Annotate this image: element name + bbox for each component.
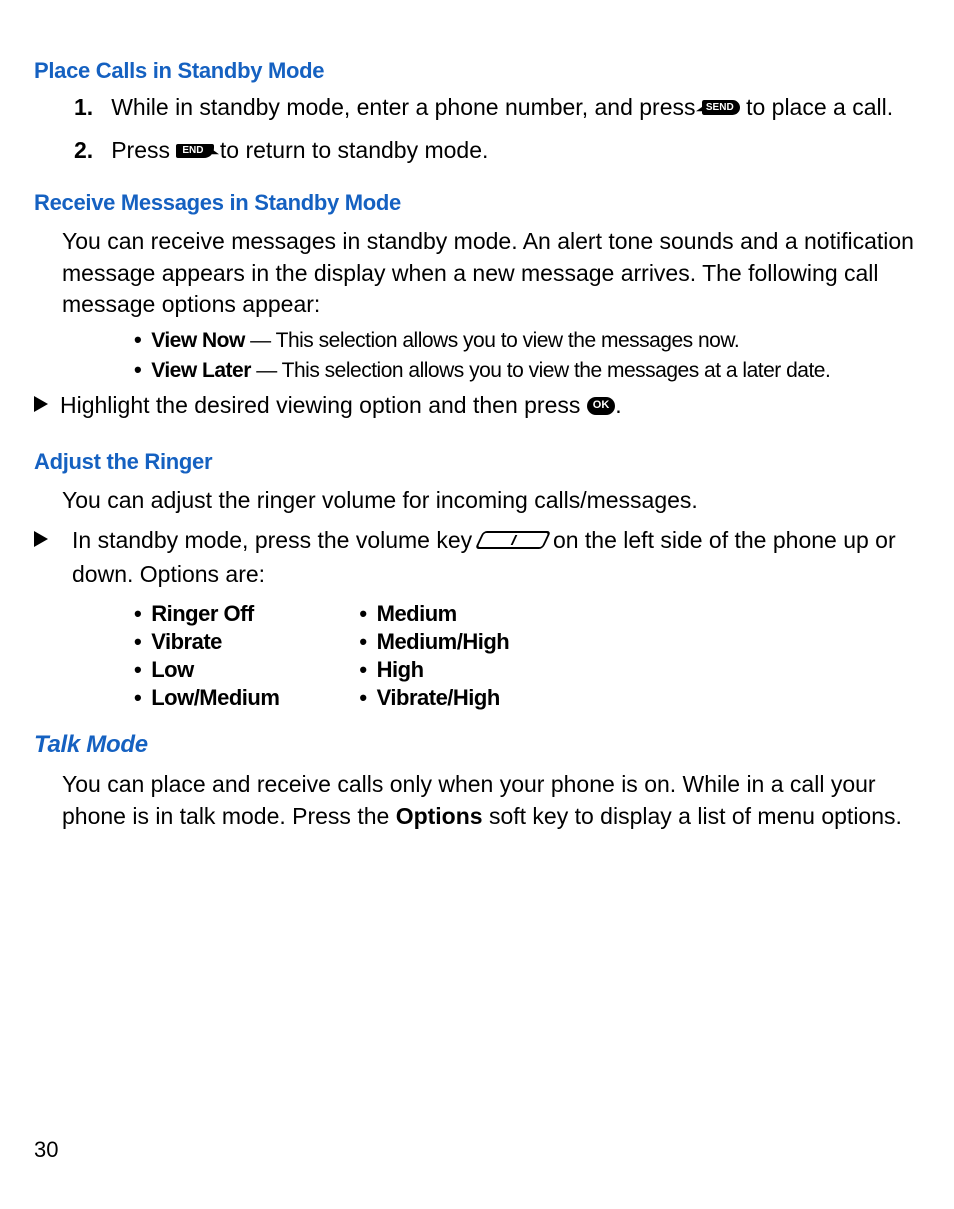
heading-adjust-ringer: Adjust the Ringer <box>34 449 920 475</box>
step-text: While in standby mode, enter a phone num… <box>111 94 893 121</box>
opt-vibrate-high: •Vibrate/High <box>359 685 509 711</box>
arrow-highlight-a: Highlight the desired viewing option and… <box>60 392 587 418</box>
list-item-view-now: • View Now — This selection allows you t… <box>134 329 920 353</box>
bullet-icon: • <box>359 687 366 709</box>
bullet-icon: • <box>359 659 366 681</box>
end-key-icon: END <box>176 144 213 158</box>
ringer-col-1: •Ringer Off •Vibrate •Low •Low/Medium <box>134 601 279 713</box>
arrow-volume-a: In standby mode, press the volume key <box>72 527 479 553</box>
talk-mode-paragraph: You can place and receive calls only whe… <box>62 769 920 832</box>
step-1-text-b: to place a call. <box>746 94 893 120</box>
list-item-view-later: • View Later — This selection allows you… <box>134 359 920 383</box>
page-number: 30 <box>34 1137 58 1163</box>
opt-ringer-off: •Ringer Off <box>134 601 279 627</box>
step-number: 2. <box>74 137 93 164</box>
bullet-icon: • <box>134 603 141 625</box>
opt-medium-high: •Medium/High <box>359 629 509 655</box>
view-now-label: View Now <box>151 329 245 352</box>
arrow-step-highlight: Highlight the desired viewing option and… <box>34 389 920 422</box>
arrow-highlight-b: . <box>615 392 621 418</box>
options-word: Options <box>396 803 483 829</box>
bullet-icon: • <box>134 631 141 653</box>
send-key-icon: SEND <box>702 100 740 115</box>
step-text: Press END to return to standby mode. <box>111 137 488 164</box>
bullet-icon: • <box>134 659 141 681</box>
view-later-label: View Later <box>151 359 251 382</box>
step-2-text-b: to return to standby mode. <box>220 137 489 163</box>
triangle-icon <box>34 396 48 412</box>
heading-talk-mode: Talk Mode <box>34 731 920 759</box>
view-now-desc: — This selection allows you to view the … <box>245 329 739 352</box>
bullet-icon: • <box>359 631 366 653</box>
opt-medium: •Medium <box>359 601 509 627</box>
ordered-list-place-calls: 1. While in standby mode, enter a phone … <box>34 94 920 164</box>
view-later-desc: — This selection allows you to view the … <box>251 359 830 382</box>
step-1-text-a: While in standby mode, enter a phone num… <box>111 94 702 120</box>
step-number: 1. <box>74 94 93 121</box>
receive-paragraph: You can receive messages in standby mode… <box>62 226 920 321</box>
ringer-paragraph: You can adjust the ringer volume for inc… <box>62 485 920 517</box>
bullet-icon: • <box>134 687 141 709</box>
bullet-icon: • <box>134 359 141 381</box>
opt-vibrate: •Vibrate <box>134 629 279 655</box>
ringer-col-2: •Medium •Medium/High •High •Vibrate/High <box>359 601 509 713</box>
ok-key-icon: OK <box>587 397 616 415</box>
triangle-icon <box>34 531 48 547</box>
heading-place-calls: Place Calls in Standby Mode <box>34 58 920 84</box>
step-1: 1. While in standby mode, enter a phone … <box>74 94 920 121</box>
volume-key-icon <box>474 531 550 549</box>
opt-low: •Low <box>134 657 279 683</box>
bullet-icon: • <box>134 329 141 351</box>
step-2: 2. Press END to return to standby mode. <box>74 137 920 164</box>
ringer-options-columns: •Ringer Off •Vibrate •Low •Low/Medium •M… <box>34 601 920 713</box>
step-2-text-a: Press <box>111 137 176 163</box>
arrow-step-volume: In standby mode, press the volume key on… <box>34 524 920 591</box>
opt-low-medium: •Low/Medium <box>134 685 279 711</box>
opt-high: •High <box>359 657 509 683</box>
talk-para-b: soft key to display a list of menu optio… <box>483 803 902 829</box>
bullet-icon: • <box>359 603 366 625</box>
heading-receive-messages: Receive Messages in Standby Mode <box>34 190 920 216</box>
